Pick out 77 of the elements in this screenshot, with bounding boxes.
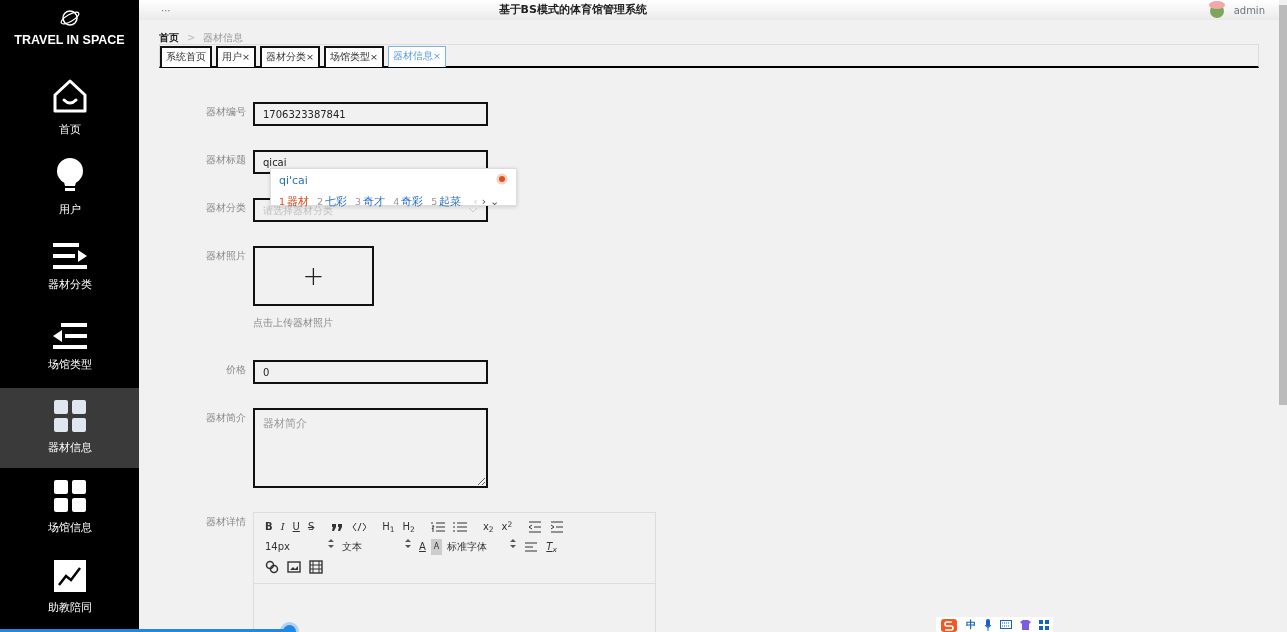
- field-label: 价格: [225, 363, 247, 378]
- close-icon[interactable]: ×: [369, 51, 378, 62]
- more-menu[interactable]: ···: [161, 2, 171, 18]
- page-tab[interactable]: 场馆类型×: [323, 46, 384, 67]
- sidebar-item[interactable]: 场馆类型: [0, 308, 139, 388]
- field-label: 器材标题: [205, 153, 247, 167]
- grid-icon: [1039, 619, 1049, 630]
- image-icon: [287, 560, 301, 575]
- field-label: 器材详情: [205, 515, 247, 530]
- microphone-icon: [984, 618, 992, 631]
- sidebar-item[interactable]: 器材信息: [0, 388, 139, 468]
- page-tab[interactable]: 器材分类×: [259, 46, 320, 67]
- bullet-list-icon: [452, 520, 467, 535]
- grid-icon: [53, 400, 86, 433]
- format-button[interactable]: I: [277, 519, 288, 536]
- list-icon: [52, 323, 87, 350]
- home-icon: [51, 78, 88, 115]
- page-title: 基于BS模式的体育馆管理系统: [498, 1, 647, 18]
- ime-mode[interactable]: 中: [966, 617, 976, 632]
- expand-button[interactable]: ⌄: [490, 193, 500, 210]
- close-icon[interactable]: ×: [242, 51, 250, 62]
- format-button[interactable]: H$_{1}$: [379, 519, 398, 536]
- format-button[interactable]: x$^{2}$: [498, 519, 516, 536]
- ime-logo-icon: [496, 173, 508, 185]
- keyboard-icon: [1000, 620, 1012, 629]
- field-label: 器材简介: [205, 411, 247, 426]
- sidebar-item[interactable]: 场馆信息: [0, 468, 139, 548]
- upload-button[interactable]: +: [253, 246, 374, 306]
- clear-format-button[interactable]: T$_{x}$: [543, 539, 560, 556]
- stepper-icon: [510, 539, 517, 549]
- sidebar-item[interactable]: 助教陪同: [0, 548, 139, 628]
- format-button[interactable]: B: [262, 519, 276, 536]
- format-button[interactable]: U: [289, 519, 303, 536]
- page-tab[interactable]: 用户×: [216, 46, 256, 67]
- field-label: 器材照片: [205, 249, 247, 263]
- stepper-icon: [328, 539, 334, 549]
- highlight-button[interactable]: A: [430, 539, 443, 556]
- toolbar-select[interactable]: 14px: [262, 539, 337, 556]
- chevron-down-icon: [468, 207, 478, 213]
- upload-hint: 点击上传器材照片: [253, 316, 334, 330]
- breadcrumb-item: 器材信息: [203, 31, 244, 44]
- sidebar-item[interactable]: 器材分类: [0, 228, 139, 308]
- close-icon[interactable]: ×: [305, 51, 314, 62]
- breadcrumb-separator: >: [187, 31, 196, 44]
- line-chart-icon: [53, 560, 86, 593]
- logo-text: TRAVEL IN SPACE: [14, 32, 125, 49]
- image-button[interactable]: [284, 559, 304, 576]
- field-label: 器材编号: [205, 105, 247, 119]
- planet-icon: [58, 7, 81, 27]
- toolbar-select[interactable]: 标准字体: [444, 539, 520, 556]
- input-field[interactable]: 0: [253, 360, 488, 385]
- avatar-icon: [1207, 0, 1226, 20]
- ime-composition: qi'cai: [279, 173, 308, 189]
- font-color-button[interactable]: A: [416, 539, 429, 556]
- user-name[interactable]: admin: [1233, 2, 1265, 18]
- page-tab[interactable]: 系统首页: [160, 46, 212, 67]
- film-button[interactable]: [306, 559, 326, 576]
- indent-icon: [550, 520, 565, 535]
- toolbar-select[interactable]: 文本: [339, 539, 414, 556]
- textarea-field[interactable]: 器材简介: [253, 408, 488, 489]
- stepper-icon: [405, 539, 411, 549]
- align-left-icon: [524, 540, 539, 555]
- link-icon: [265, 560, 279, 575]
- format-button[interactable]: x$_{2}$: [479, 519, 497, 536]
- list-icon: [52, 243, 87, 270]
- sidebar-item[interactable]: 首页: [0, 68, 139, 148]
- outdent-icon: [528, 520, 543, 535]
- format-button[interactable]: S: [304, 519, 318, 536]
- input-field[interactable]: 1706323387841: [253, 102, 488, 126]
- format-button[interactable]: H$_{2}$: [399, 519, 418, 536]
- film-icon: [309, 560, 323, 575]
- field-label: 器材分类: [205, 201, 247, 215]
- sidebar-item[interactable]: 用户: [0, 148, 139, 228]
- grid-icon: [53, 480, 86, 513]
- shirt-icon: [1020, 619, 1031, 630]
- breadcrumb-item[interactable]: 首页: [159, 30, 179, 44]
- numbered-list-icon: [430, 520, 445, 535]
